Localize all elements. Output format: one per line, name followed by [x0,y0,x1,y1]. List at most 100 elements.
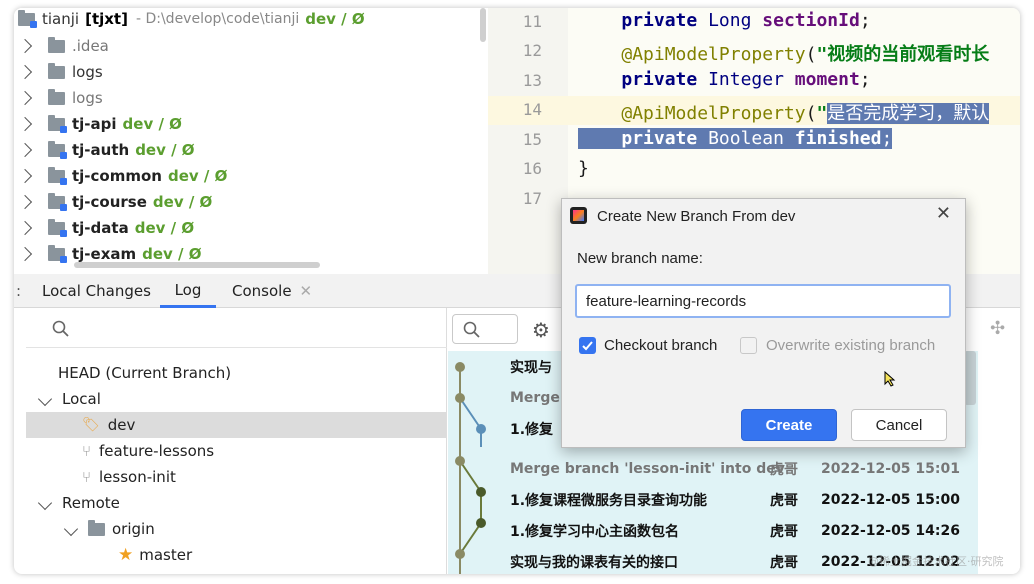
tree-item-branch: dev / Ø [122,115,182,133]
branch-search[interactable] [26,308,447,348]
close-icon[interactable]: ✕ [300,282,313,300]
watermark: @稀土掘金技术社区·研究院 [868,555,1004,568]
line-number: 14 [522,100,542,119]
vertical-scrollbar[interactable] [480,8,486,42]
folder-icon [48,88,65,105]
tree-item-logs2[interactable]: logs [14,85,103,111]
module-folder-icon [48,244,67,263]
tab-log[interactable]: Log [160,274,216,308]
commit-author: 虎哥 [770,554,798,571]
branch-dev[interactable]: 🏷 dev [26,412,446,438]
tree-item-label: .idea [72,37,109,55]
overwrite-branch-checkbox[interactable] [740,337,757,354]
chevron-right-icon[interactable] [17,168,33,184]
branch-icon: ⑂ [82,442,92,460]
commit-date: 2022-12-05 15:00 [821,491,960,508]
tree-item-tj-course[interactable]: tj-course dev / Ø [14,189,212,215]
branch-label: feature-lessons [99,442,215,460]
chevron-down-icon[interactable] [37,495,53,511]
project-root[interactable]: tianji [tjxt] - D:\develop\code\tianji d… [18,8,365,32]
tree-item-logs[interactable]: logs [14,59,103,85]
branch-group-remote[interactable]: Remote [34,490,120,516]
close-icon[interactable]: ✕ [936,203,951,224]
log-row[interactable]: 实现与 [510,351,552,382]
branch-master[interactable]: ★ master [118,542,192,568]
chevron-right-icon[interactable] [17,116,33,132]
chevron-down-icon[interactable] [63,521,79,537]
chevron-right-icon[interactable] [17,220,33,236]
tab-console-label: Console [232,282,292,300]
dialog-title: Create New Branch From dev [597,208,796,225]
module-folder-icon [48,114,67,133]
code-line: private Long sectionId; [621,10,871,31]
tree-item-label: tj-common [72,167,162,185]
log-row[interactable]: Merge branch 'lesson-init' into dev 虎哥 202… [510,453,960,484]
checkmark-icon [582,341,593,351]
commit-message: 实现与 [510,359,552,376]
module-folder-icon [18,9,37,28]
collapse-icon[interactable]: ✣ [990,318,1005,339]
root-module: [tjxt] [85,10,128,28]
tree-item-label: tj-api [72,115,117,133]
horizontal-scrollbar[interactable] [74,262,320,268]
root-path: - D:\develop\code\tianji [135,11,300,27]
ide-window: tianji [tjxt] - D:\develop\code\tianji d… [14,8,1020,574]
root-branch: dev / Ø [305,10,365,28]
commit-author: 虎哥 [770,461,798,478]
tree-item-tj-api[interactable]: tj-api dev / Ø [14,111,182,137]
gear-icon[interactable]: ⚙ [532,318,550,342]
tree-item-label: tj-auth [72,141,130,159]
branch-group-local[interactable]: Local [34,386,101,412]
branch-label: master [139,546,193,564]
chevron-right-icon[interactable] [17,90,33,106]
tab-prefix: : [16,282,22,300]
log-search-input[interactable] [452,314,518,344]
branch-label: dev [107,416,136,434]
commit-message: 1.修复 [510,421,554,438]
branch-feature-lessons[interactable]: ⑂ feature-lessons [82,438,214,464]
commit-message: 1.修复学习中心主函数包名 [510,523,680,540]
tree-item-tj-data[interactable]: tj-data dev / Ø [14,215,194,241]
branch-remote-origin[interactable]: origin [60,516,155,542]
chevron-right-icon[interactable] [17,194,33,210]
tree-item-branch: dev / Ø [142,245,202,263]
chevron-right-icon[interactable] [17,246,33,262]
group-label: Remote [62,494,120,512]
tree-item-tj-auth[interactable]: tj-auth dev / Ø [14,137,195,163]
chevron-right-icon[interactable] [17,38,33,54]
root-name: tianji [42,10,80,28]
cancel-button[interactable]: Cancel [851,409,947,441]
line-number: 16 [522,159,542,178]
tree-item-idea[interactable]: .idea [14,33,109,59]
code-line: } [578,158,589,179]
code-line: @ApiModelProperty("是否完成学习，默认 [621,103,990,124]
code-line: private Integer moment; [621,69,871,90]
tree-item-tj-common[interactable]: tj-common dev / Ø [14,163,227,189]
tab-local-changes[interactable]: Local Changes [42,274,151,308]
log-row[interactable]: 1.修复课程微服务目录查询功能 虎哥 2022-12-05 15:00 [510,484,960,515]
line-number: 13 [522,71,542,90]
branch-head[interactable]: HEAD (Current Branch) [58,360,231,386]
log-row[interactable]: Merge [510,382,560,413]
branch-name-input[interactable] [575,284,951,318]
log-row[interactable]: 1.修复学习中心主函数包名 虎哥 2022-12-05 14:26 [510,515,960,546]
commit-message: Merge branch 'lesson-init' into dev [510,460,785,477]
overwrite-branch-label: Overwrite existing branch [766,337,936,354]
create-button[interactable]: Create [741,409,837,441]
tree-item-label: logs [72,63,103,81]
folder-icon [48,62,65,79]
group-label: Local [62,390,101,408]
checkout-branch-checkbox[interactable] [579,337,596,354]
search-icon [52,320,69,337]
chevron-down-icon[interactable] [37,391,53,407]
chevron-right-icon[interactable] [17,142,33,158]
commit-message: 1.修复课程微服务目录查询功能 [510,492,708,509]
chevron-right-icon[interactable] [17,64,33,80]
log-row[interactable]: 1.修复 [510,413,553,444]
tree-item-label: tj-course [72,193,147,211]
branch-lesson-init[interactable]: ⑂ lesson-init [82,464,176,490]
commit-message: 实现与我的课表有关的接口 [510,554,678,571]
tab-console[interactable]: Console ✕ [232,274,312,308]
branches-panel: HEAD (Current Branch) Local 🏷 dev ⑂ featur… [26,308,447,574]
commit-date: 2022-12-05 15:01 [821,460,960,477]
